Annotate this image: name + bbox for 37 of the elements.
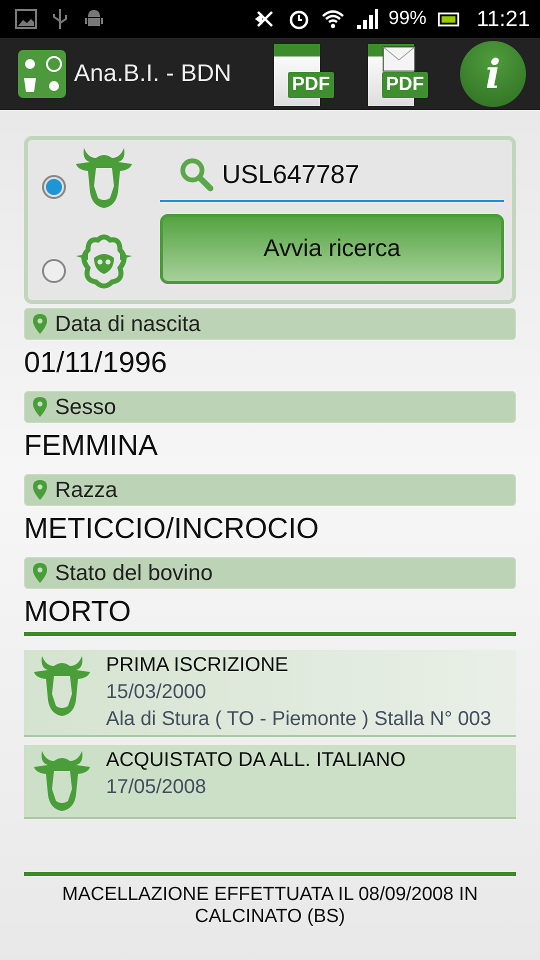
search-button[interactable]: Avvia ricerca [160,214,504,284]
event-date: 17/05/2008 [106,776,208,799]
signal-icon [354,7,379,31]
radio-button[interactable] [42,175,66,199]
info-button[interactable]: i [460,41,526,107]
event-title: PRIMA ISCRIZIONE [106,654,290,677]
pin-icon [33,314,47,334]
event-item[interactable]: ACQUISTATO DA ALL. ITALIANO 17/05/2008 [24,745,516,819]
wifi-icon [320,7,345,31]
image-icon [14,7,38,31]
event-date: 15/03/2000 [106,681,208,704]
envelope-icon [382,46,416,72]
event-item[interactable]: PRIMA ISCRIZIONE 15/03/2000 Ala di Stura ( TO - Piemonte ) Stalla N° 003 [24,650,516,737]
pin-icon [33,397,47,417]
field-label: Stato del bovino [55,560,213,586]
clock: 11:21 [476,6,530,32]
radio-button[interactable] [42,259,66,283]
cow-icon [74,146,134,210]
cow-icon [32,749,92,813]
field-value: METICCIO/INCROCIO [24,512,320,547]
slaughter-note: MACELLAZIONE EFFETTUATA IL 08/09/2008 IN CALCINATO (BS) [61,883,479,929]
app-title: Ana.B.I. - BDN [74,60,232,88]
event-place: Ala di Stura ( TO - Piemonte ) Stalla N° 003 [106,708,492,731]
battery-percent: 99% [388,8,427,30]
field-label: Data di nascita [55,311,201,337]
pin-icon [33,480,47,500]
field-value: 01/11/1996 [24,346,168,381]
field-value: MORTO [24,595,132,630]
pin-icon [33,563,47,583]
app-logo-icon[interactable] [18,50,66,98]
search-icon [178,156,214,192]
event-title: ACQUISTATO DA ALL. ITALIANO [106,749,406,772]
field-value: FEMMINA [24,429,159,464]
cow-icon [32,654,92,718]
field-label: Sesso [55,394,116,420]
field-label: Razza [55,477,118,503]
search-field[interactable]: USL647787 [222,158,482,190]
